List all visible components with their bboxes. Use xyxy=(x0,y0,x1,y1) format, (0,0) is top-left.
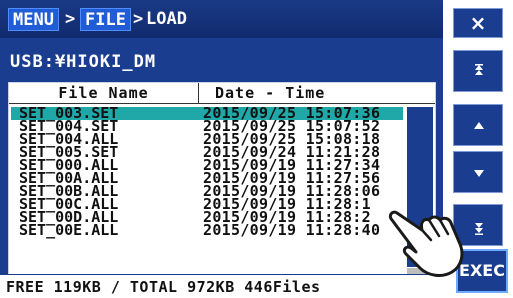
pointing-hand-icon xyxy=(388,210,464,277)
table-header: File Name Date - Time xyxy=(9,83,435,104)
file-list: SET_003.SET 2015/09/25 15:07:36 SET_004.… xyxy=(11,106,403,239)
page-up-button[interactable] xyxy=(453,50,503,92)
date-time-cell: 2015/09/19 11:28:40 xyxy=(203,221,381,239)
line-up-button[interactable] xyxy=(453,104,503,146)
column-header-file-name[interactable]: File Name xyxy=(9,83,198,103)
breadcrumb-menu[interactable]: MENU xyxy=(8,8,59,31)
breadcrumb-separator: > xyxy=(65,9,76,29)
breadcrumb-separator: > xyxy=(133,9,144,29)
breadcrumb-file[interactable]: FILE xyxy=(80,8,131,31)
down-triangle-icon xyxy=(474,170,484,177)
breadcrumb-load: LOAD xyxy=(146,9,187,29)
storage-status-bar: FREE 119KB / TOTAL 972KB 446Files xyxy=(0,274,443,298)
up-triangle-icon xyxy=(474,122,484,129)
column-header-date-time[interactable]: Date - Time xyxy=(199,83,435,103)
current-path: USB:¥HIOKI_DM xyxy=(10,52,157,72)
close-icon: × xyxy=(469,11,487,35)
load-screen: MENU > FILE > LOAD USB:¥HIOKI_DM File Na… xyxy=(0,0,513,298)
line-down-button[interactable] xyxy=(453,151,503,193)
file-browser-panel: USB:¥HIOKI_DM File Name Date - Time SET_… xyxy=(0,38,443,298)
title-bar: MENU > FILE > LOAD xyxy=(0,0,513,38)
file-table: File Name Date - Time SET_003.SET 2015/0… xyxy=(8,82,436,294)
close-button[interactable]: × xyxy=(453,8,503,38)
file-name-cell: SET_00E.ALL xyxy=(19,221,119,239)
double-up-arrow-icon xyxy=(475,64,483,75)
table-row[interactable]: SET_00E.ALL 2015/09/19 11:28:40 xyxy=(11,221,403,239)
storage-status-text: FREE 119KB / TOTAL 972KB 446Files xyxy=(6,278,321,296)
